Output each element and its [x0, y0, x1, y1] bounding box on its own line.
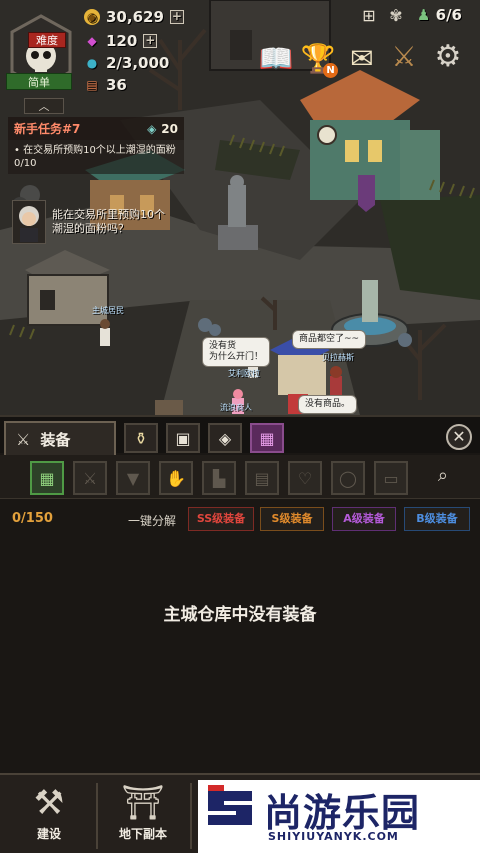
tab-chests[interactable]: ▦	[250, 423, 284, 453]
watermark-logo-icon	[208, 785, 252, 825]
dismantle-ss-button[interactable]: SS级装备	[188, 507, 254, 531]
npc-name-3: 贝拉赫斯	[322, 353, 354, 362]
quest-panel[interactable]: 新手任务#7 ◈ 20 • 在交易所预购10个以上潮湿的面粉 0/10	[8, 117, 184, 174]
dismantle-s-button[interactable]: S级装备	[260, 507, 324, 531]
npc-portrait	[12, 200, 46, 244]
close-icon[interactable]: ✕	[446, 424, 472, 450]
filter-necklace-icon[interactable]: ♡	[288, 461, 322, 495]
chest-icon: ▦	[259, 428, 275, 448]
tab-bar: ⚔ 装备 ⚱ ▣ ◈ ▦ ✕	[0, 415, 480, 455]
population: ♟ 6/6	[417, 6, 462, 24]
filter-weapon-icon[interactable]: ⚔	[73, 461, 107, 495]
speech-bubble-left: 没有货 为什么开门！	[202, 337, 271, 367]
reward-gem-icon: ◈	[147, 121, 157, 136]
notification-badge: N	[323, 63, 338, 78]
equipment-filter-bar: ▦ ⚔ ▼ ✋ ▙ ▤ ♡ ◯ ▭ ⌕	[0, 455, 480, 499]
search-icon[interactable]: ⌕	[438, 465, 448, 486]
hammer-icon: ⚒	[33, 783, 65, 823]
inventory-info-row: 0/150 一键分解 SS级装备 S级装备 A级装备 B级装备	[0, 507, 480, 533]
empty-inventory-message: 主城仓库中没有装备	[163, 605, 317, 625]
sword-icon: ⚔	[16, 429, 31, 449]
quest-reward: ◈ 20	[147, 122, 178, 136]
inventory-panel: ⚔ 装备 ⚱ ▣ ◈ ▦ ✕ ▦ ⚔ ▼ ✋ ▙ ▤ ♡ ◯ ▭ ⌕ 0/150…	[0, 415, 480, 773]
bottle-icon: ⚱	[134, 428, 148, 448]
speech-bubble-mid: 商品都空了~~	[292, 330, 367, 349]
nav-divider	[96, 783, 98, 849]
add-gold-button[interactable]: +	[169, 10, 184, 24]
dismantle-b-button[interactable]: B级装备	[404, 507, 470, 531]
filter-helmet-icon[interactable]: ▤	[245, 461, 279, 495]
filter-boots-icon[interactable]: ▙	[202, 461, 236, 495]
diamond-icon: ◈	[218, 428, 232, 448]
watermark: 尚游乐园 SHIYIUYANYK.COM	[198, 780, 480, 853]
quest-objective-text: 在交易所预购10个以上潮湿的面粉	[23, 145, 176, 156]
nav-dungeon[interactable]: ⛩ 地下副本	[100, 781, 186, 851]
watermark-title: 尚游乐园	[264, 791, 421, 835]
npc-dialogue-text: 能在交易所里预购10个潮湿的面粉吗？	[52, 208, 165, 235]
population-count: 6/6	[435, 6, 462, 24]
npc-name-4: 流浪商人	[220, 403, 252, 412]
nav-divider	[190, 783, 192, 849]
quest-reward-amount: 20	[161, 121, 178, 136]
speech-bubble-right: 没有商品。	[298, 395, 358, 414]
stack-icon: ▣	[175, 428, 191, 448]
inventory-count: 0/150	[12, 511, 53, 526]
emblem-icon[interactable]: ✾	[384, 2, 408, 28]
gem-amount: 120	[106, 32, 138, 50]
card-resource: ▤ 36	[84, 76, 127, 94]
nav-build[interactable]: ⚒ 建设	[6, 781, 92, 851]
dismantle-a-button[interactable]: A级装备	[332, 507, 396, 531]
quest-objective: • 在交易所预购10个以上潮湿的面粉	[14, 145, 176, 156]
add-gem-button[interactable]: +	[143, 34, 158, 48]
tab-equipment[interactable]: ⚔ 装备	[4, 421, 116, 455]
nav-dungeon-label: 地下副本	[118, 827, 167, 841]
tab-equipment-label: 装备	[40, 430, 71, 449]
card-icon: ▤	[86, 78, 98, 92]
game-world[interactable]: 难度 简单 ◉ 30,629 + ◆ 120 + ● 2/3,000 ▤ 36 …	[0, 0, 480, 415]
filter-all-grid-icon[interactable]: ▦	[30, 461, 64, 495]
tab-consumables[interactable]: ⚱	[124, 423, 158, 453]
trophy-icon[interactable]: 🏆 N	[298, 38, 338, 78]
nav-build-label: 建设	[36, 827, 61, 841]
quest-title: 新手任务#7	[14, 122, 81, 136]
gem-icon: ◆	[87, 34, 97, 48]
one-key-dismantle-label: 一键分解	[128, 514, 177, 528]
settings-icon[interactable]: ⚙	[428, 36, 468, 76]
npc-name-1: 主城居民	[92, 306, 124, 315]
filter-accessory-icon[interactable]: ▭	[374, 461, 408, 495]
filter-armor-icon[interactable]: ▼	[116, 461, 150, 495]
gift-icon[interactable]: ⊞	[358, 2, 380, 28]
npc-name-2: 艾利欧拉	[228, 369, 260, 378]
card-amount: 36	[106, 76, 127, 94]
difficulty-level: 简单	[6, 73, 72, 90]
watermark-url: SHIYIUYANYK.COM	[268, 830, 399, 843]
potion-resource: ● 2/3,000	[84, 54, 170, 72]
tab-materials[interactable]: ▣	[166, 423, 200, 453]
gold-coin-icon: ◉	[84, 9, 100, 25]
quest-progress: 0/10	[14, 158, 37, 169]
person-icon: ♟	[416, 6, 431, 24]
gold-amount: 30,629	[106, 8, 164, 26]
npc-dialogue: 能在交易所里预购10个潮湿的面粉吗？	[12, 200, 170, 244]
mail-icon[interactable]: ✉	[342, 38, 382, 78]
potion-amount: 2/3,000	[106, 54, 170, 72]
gold-resource: ◉ 30,629 +	[84, 8, 184, 26]
dungeon-gate-icon: ⛩	[121, 783, 165, 823]
filter-glove-icon[interactable]: ✋	[159, 461, 193, 495]
hero-icon[interactable]: ⚔	[384, 36, 424, 76]
potion-icon: ●	[86, 56, 98, 70]
gem-resource: ◆ 120 +	[84, 32, 158, 50]
collapse-quest-button[interactable]: ︿	[24, 98, 64, 114]
book-icon[interactable]: 📖	[256, 38, 296, 78]
difficulty-tag: 难度	[28, 32, 66, 48]
tab-gems[interactable]: ◈	[208, 423, 242, 453]
filter-ring-icon[interactable]: ◯	[331, 461, 365, 495]
